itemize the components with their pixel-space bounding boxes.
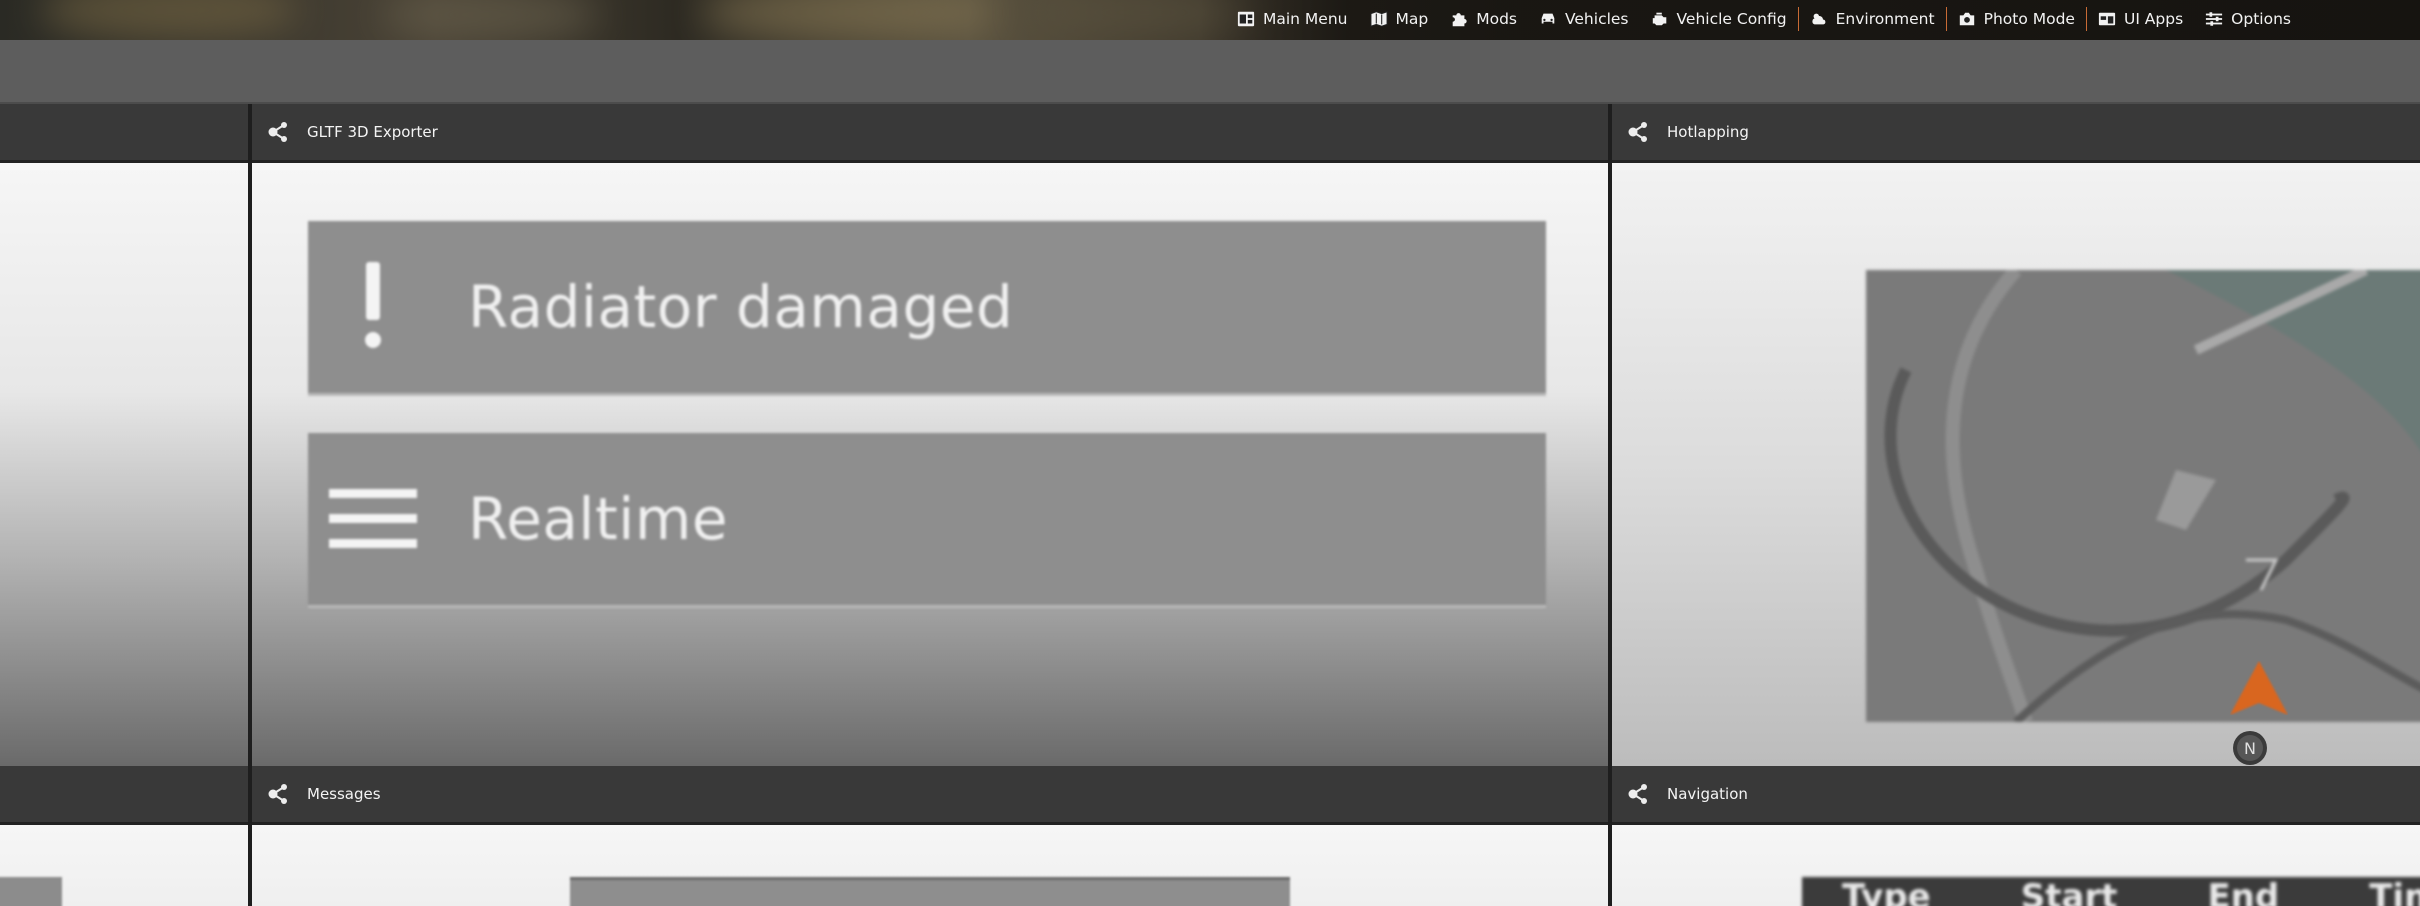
panel-left-partial [0,104,252,766]
panel-body-hotlapping: N [1612,163,2420,766]
share-icon[interactable] [267,783,289,805]
menu-environment[interactable]: Environment [1799,0,1946,38]
menu-map[interactable]: Map [1359,0,1440,38]
panel-left-partial-row2 [0,766,252,906]
map-icon [1369,11,1388,27]
column-end: End [2207,877,2280,906]
menu-ui-apps[interactable]: UI Apps [2087,0,2194,38]
hamburger-icon [318,489,428,549]
panel-header-navigation[interactable]: Navigation [1612,766,2420,825]
column-time: Tim [2369,877,2420,906]
menu-photo-mode[interactable]: Photo Mode [1947,0,2086,38]
main-menu-icon [1237,11,1255,27]
panel-title: GLTF 3D Exporter [307,123,438,141]
sliders-icon [2206,12,2223,26]
panel-body-messages [252,825,1612,906]
puzzle-icon [1452,13,1467,27]
panel-title: Navigation [1667,785,1748,803]
top-bar: Main Menu Map Mods Vehicles Vehicle Conf… [0,0,2420,40]
column-start: Start [2020,877,2118,906]
minimap-roads [1866,270,2420,722]
panel-header-hotlapping[interactable]: Hotlapping [1612,104,2420,163]
toolbar-band [0,40,2420,104]
column-type: Type [1842,877,1931,906]
share-icon[interactable] [267,121,289,143]
panel-body [0,163,248,766]
panel-header-messages[interactable]: Messages [252,766,1612,825]
weather-icon [1812,13,1825,25]
menu-mods[interactable]: Mods [1439,0,1528,38]
panel-title: Hotlapping [1667,123,1749,141]
panel-messages[interactable]: Messages [248,766,1612,906]
message-text: Realtime [468,485,729,553]
main-menubar: Main Menu Map Mods Vehicles Vehicle Conf… [1226,0,2302,38]
panel-header-gltf[interactable]: GLTF 3D Exporter [252,104,1612,163]
panel-title: Messages [307,785,381,803]
share-icon[interactable] [1627,121,1649,143]
message-item [570,877,1290,906]
car-icon [1541,13,1555,24]
message-text: Radiator damaged [468,273,1014,341]
panel-body-gltf: Radiator damaged Realtime [252,163,1612,766]
panel-gltf-exporter[interactable]: GLTF 3D Exporter Radiator damaged Realti… [248,104,1612,766]
panel-navigation[interactable]: Navigation Type Start End Tim [1608,766,2420,906]
camera-icon [1959,12,1974,26]
player-arrow-icon [2230,661,2288,715]
menu-vehicles[interactable]: Vehicles [1528,0,1640,38]
panel-header [0,104,248,163]
menu-options[interactable]: Options [2194,0,2302,38]
minimap [1866,270,2420,722]
panel-header [0,766,248,825]
svg-text:N: N [2244,739,2256,758]
menu-vehicle-config[interactable]: Vehicle Config [1640,0,1798,38]
engine-icon [1652,12,1666,26]
lap-table-header: Type Start End Tim [1802,877,2420,906]
menu-main-menu[interactable]: Main Menu [1226,0,1359,38]
panel-body [0,825,248,906]
partial-content-block [0,877,62,906]
share-icon[interactable] [1627,783,1649,805]
panel-hotlapping[interactable]: Hotlapping N [1608,104,2420,766]
message-item: Radiator damaged [308,221,1546,396]
message-item: Realtime [308,433,1546,608]
north-compass-icon: N [2233,731,2267,765]
exclamation-icon [318,262,428,352]
ui-apps-icon [2098,12,2116,26]
panel-body-navigation: Type Start End Tim [1612,825,2420,906]
